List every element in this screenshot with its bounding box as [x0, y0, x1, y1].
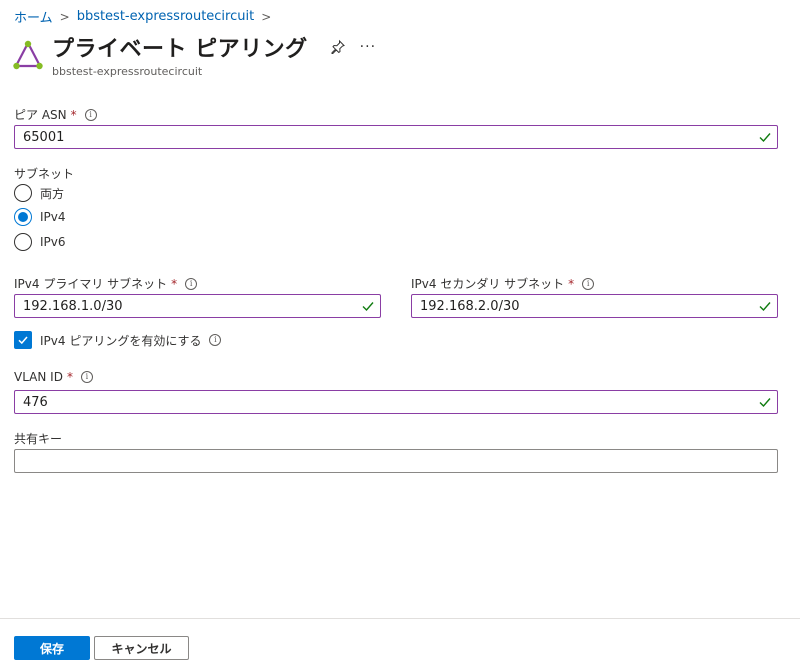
- ipv4-primary-field: [14, 294, 381, 318]
- info-icon[interactable]: i: [185, 277, 198, 290]
- peer-asn-label: ピア ASN * i: [14, 106, 97, 123]
- radio-ipv4[interactable]: IPv4: [14, 208, 66, 226]
- radio-circle[interactable]: [14, 184, 32, 202]
- ipv4-primary-input[interactable]: [15, 295, 361, 317]
- ipv4-secondary-label-text: IPv4 セカンダリ サブネット: [411, 277, 565, 291]
- more-options-icon[interactable]: ···: [360, 39, 376, 55]
- ipv4-primary-label: IPv4 プライマリ サブネット * i: [14, 275, 198, 292]
- radio-both[interactable]: 両方: [14, 184, 64, 202]
- chevron-right-icon: >: [59, 9, 70, 24]
- info-icon[interactable]: i: [84, 108, 97, 121]
- radio-circle-checked[interactable]: [14, 208, 32, 226]
- checkmark-icon: [362, 302, 374, 312]
- ipv4-secondary-label: IPv4 セカンダリ サブネット * i: [411, 275, 595, 292]
- page-title: プライベート ピアリング: [52, 37, 308, 62]
- radio-label: IPv6: [40, 235, 66, 249]
- vlan-id-input[interactable]: [15, 391, 758, 413]
- radio-label: 両方: [40, 186, 65, 201]
- shared-key-field: [14, 449, 778, 473]
- pin-icon[interactable]: [330, 39, 346, 55]
- peer-asn-field: [14, 125, 778, 149]
- info-icon[interactable]: i: [209, 334, 222, 346]
- radio-circle[interactable]: [14, 233, 32, 251]
- vlan-id-field: [14, 390, 778, 414]
- peer-asn-label-text: ピア ASN: [14, 108, 67, 122]
- page-subtitle: bbstest-expressroutecircuit: [52, 65, 203, 78]
- subnet-label-text: サブネット: [14, 167, 75, 181]
- save-button[interactable]: 保存: [14, 636, 90, 660]
- checkmark-icon: [759, 133, 771, 143]
- title-row: プライベート ピアリング ···: [52, 31, 376, 63]
- checkmark-icon: [759, 398, 771, 408]
- vlan-id-label: VLAN ID * i: [14, 370, 93, 384]
- breadcrumb-circuit[interactable]: bbstest-expressroutecircuit: [77, 9, 255, 24]
- enable-ipv4-checkbox[interactable]: IPv4 ピアリングを有効にする i: [14, 331, 222, 349]
- ipv4-primary-label-text: IPv4 プライマリ サブネット: [14, 277, 168, 291]
- radio-label: IPv4: [40, 210, 66, 224]
- shared-key-input[interactable]: [15, 450, 777, 472]
- cancel-button[interactable]: キャンセル: [94, 636, 189, 660]
- title-block: プライベート ピアリング ··· bbstest-expressroutecir…: [52, 31, 376, 78]
- page-header: プライベート ピアリング ··· bbstest-expressroutecir…: [12, 31, 376, 78]
- required-mark: *: [171, 276, 178, 291]
- footer-divider: [0, 618, 800, 619]
- required-mark: *: [568, 276, 575, 291]
- ipv4-secondary-input[interactable]: [412, 295, 758, 317]
- info-icon[interactable]: i: [582, 277, 595, 290]
- checkmark-icon: [759, 302, 771, 312]
- required-mark: *: [70, 107, 77, 122]
- info-icon[interactable]: i: [80, 371, 93, 383]
- enable-ipv4-label: IPv4 ピアリングを有効にする: [40, 333, 202, 348]
- shared-key-label-text: 共有キー: [14, 432, 63, 446]
- breadcrumb-home[interactable]: ホーム: [14, 7, 53, 26]
- vlan-id-label-text: VLAN ID: [14, 370, 63, 384]
- checkbox-checked-icon[interactable]: [14, 331, 32, 349]
- ipv4-secondary-field: [411, 294, 778, 318]
- shared-key-label: 共有キー: [14, 430, 62, 447]
- required-mark: *: [66, 370, 73, 384]
- chevron-right-icon: >: [261, 9, 272, 24]
- peering-icon: [13, 40, 43, 70]
- radio-ipv6[interactable]: IPv6: [14, 233, 66, 251]
- subnet-label: サブネット: [14, 165, 74, 182]
- breadcrumb: ホーム > bbstest-expressroutecircuit >: [14, 7, 278, 26]
- peer-asn-input[interactable]: [15, 126, 758, 148]
